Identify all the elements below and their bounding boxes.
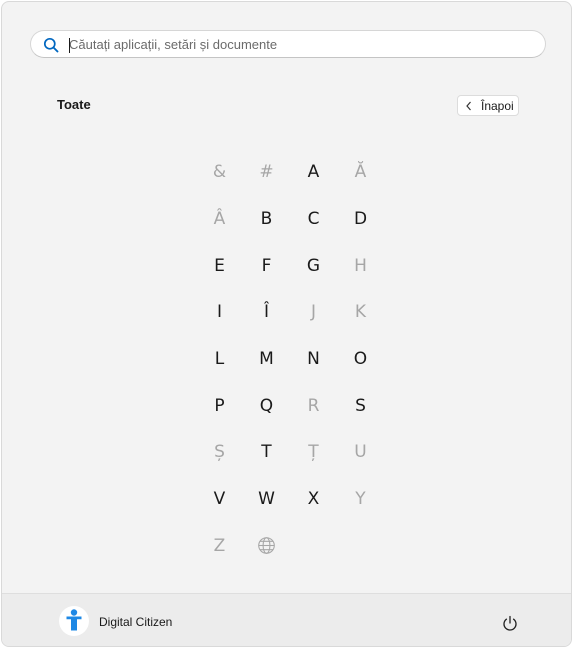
letter-button: Ă <box>354 162 367 183</box>
letter-button-other <box>243 523 290 570</box>
letter-button[interactable]: T <box>243 429 290 476</box>
letter-button: # <box>259 162 274 183</box>
avatar <box>59 606 89 636</box>
power-icon <box>503 615 517 631</box>
letter-button[interactable]: D <box>337 196 384 243</box>
letter-button[interactable]: L <box>196 336 243 383</box>
letter-button[interactable]: F <box>243 242 290 289</box>
search-input[interactable] <box>69 34 529 54</box>
letter-button: Ș <box>214 442 225 463</box>
letter-button: H <box>354 255 367 276</box>
letter-button[interactable]: C <box>290 196 337 243</box>
letter-button: Z <box>213 535 226 556</box>
letter-button[interactable]: N <box>290 336 337 383</box>
letter-button[interactable]: X <box>290 476 337 523</box>
letter-button[interactable]: W <box>243 476 290 523</box>
letter-button: J <box>310 302 316 323</box>
letter-button[interactable]: I <box>196 289 243 336</box>
start-menu-panel: Toate Înapoi & # AĂ ÂBCD EFGH IÎJ K LMNO PQRS ȘTȚ… <box>1 1 572 647</box>
search-box[interactable] <box>30 30 546 58</box>
letter-button[interactable]: P <box>196 382 243 429</box>
letter-button[interactable]: Î <box>243 289 290 336</box>
letter-button: Y <box>355 489 366 510</box>
back-button[interactable]: Înapoi <box>457 95 519 116</box>
chevron-left-icon <box>466 101 471 111</box>
section-title: Toate <box>57 97 91 112</box>
user-account-button[interactable]: Digital Citizen <box>54 605 214 639</box>
letter-button[interactable]: Q <box>243 382 290 429</box>
letter-button: Ț <box>308 442 319 463</box>
power-button[interactable] <box>497 610 523 636</box>
letter-button[interactable]: M <box>243 336 290 383</box>
start-footer: Digital Citizen <box>2 593 571 646</box>
user-name: Digital Citizen <box>99 615 173 629</box>
letter-button: K <box>354 302 367 323</box>
letter-button[interactable]: V <box>196 476 243 523</box>
letter-button: & <box>212 162 227 183</box>
letter-button: Â <box>213 209 226 230</box>
letter-button[interactable]: B <box>243 196 290 243</box>
letter-button: R <box>307 395 320 416</box>
digital-citizen-logo-icon <box>66 609 82 631</box>
globe-icon <box>258 537 275 555</box>
letter-button[interactable]: G <box>290 242 337 289</box>
letter-grid: & # A Ă Â B C D E F G H I Î J K L M N O P Q R S Ș T Ț U V W X Y Z <box>196 149 384 569</box>
text-caret <box>69 38 70 53</box>
letter-button: U <box>354 442 367 463</box>
letter-button[interactable]: S <box>337 382 384 429</box>
letter-button[interactable]: E <box>196 242 243 289</box>
search-icon <box>43 37 59 53</box>
letter-button[interactable]: A <box>290 149 337 196</box>
letter-button[interactable]: O <box>337 336 384 383</box>
back-button-label: Înapoi <box>481 99 514 113</box>
